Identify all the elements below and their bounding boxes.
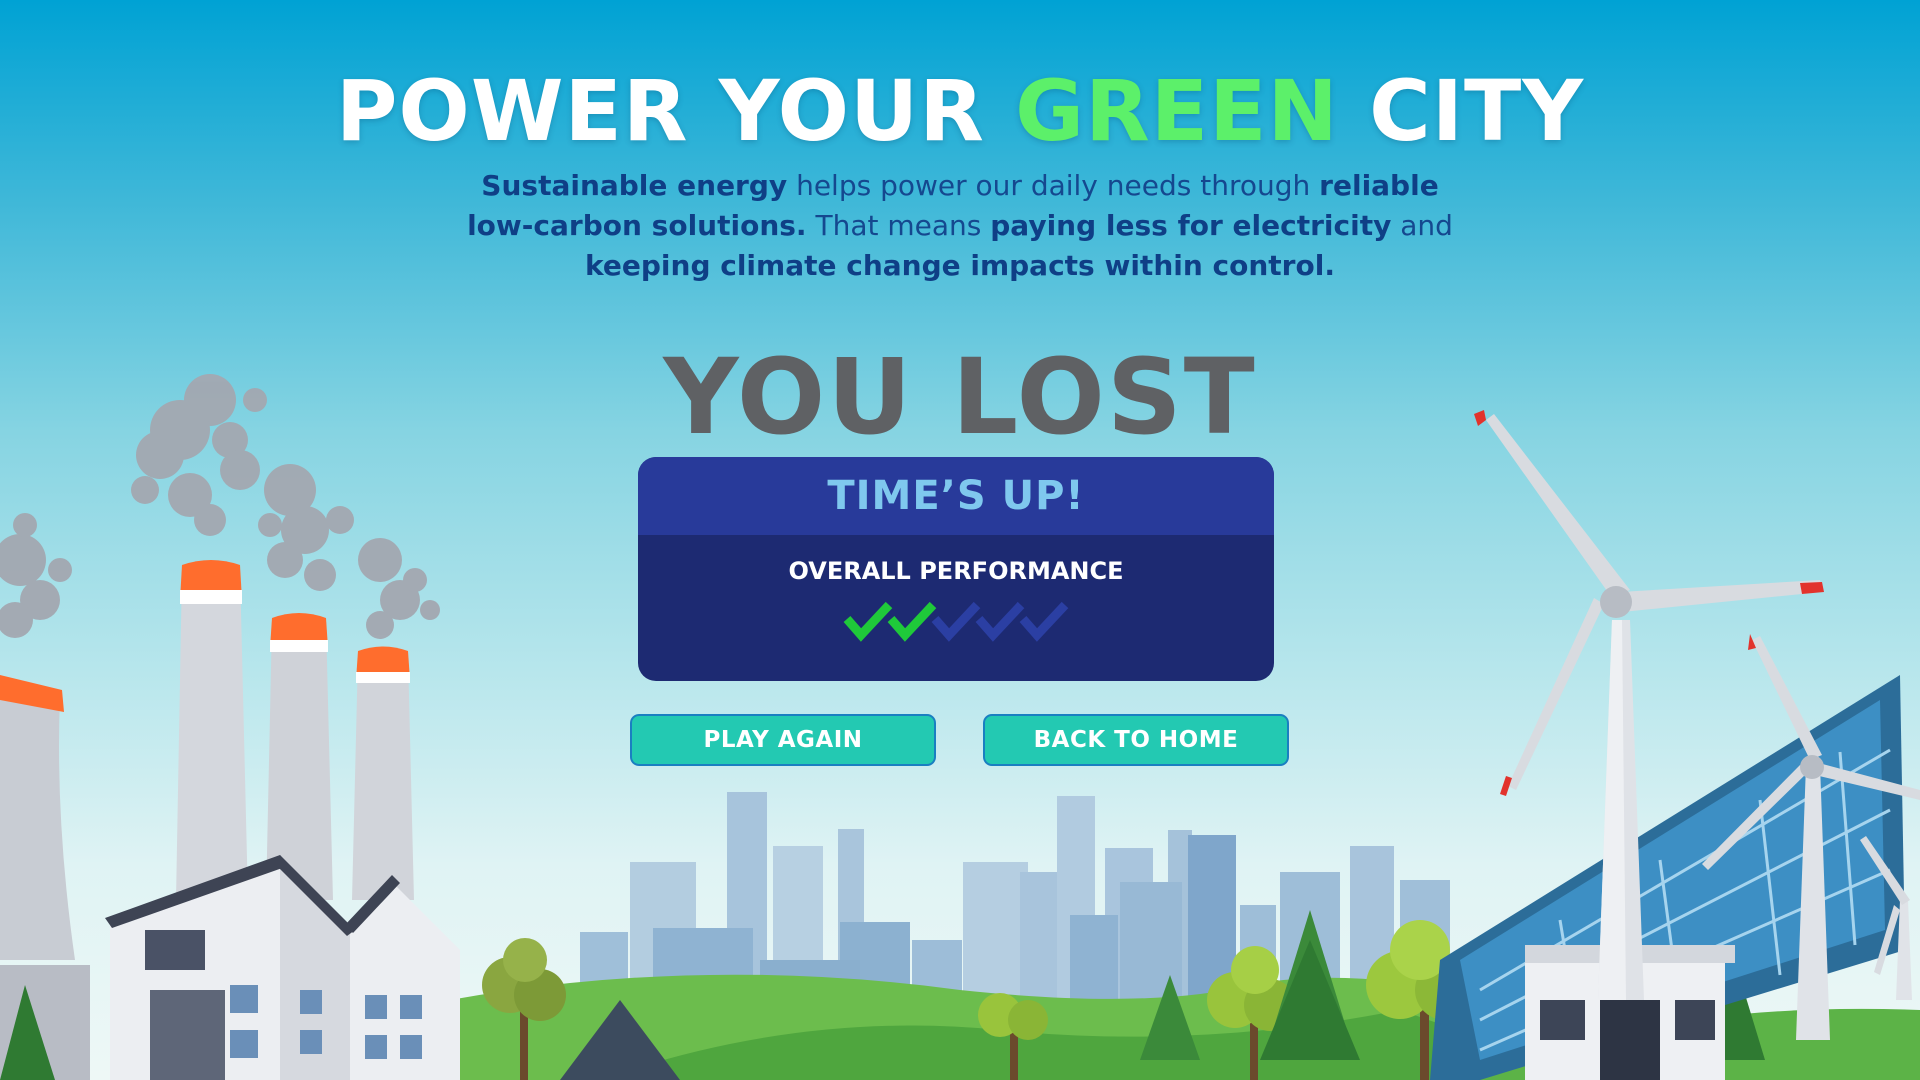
intro-text-1: helps power our daily needs through — [787, 169, 1320, 202]
performance-label: OVERALL PERFORMANCE — [788, 557, 1124, 585]
empty-check-icon — [931, 601, 981, 642]
back-to-home-button[interactable]: BACK TO HOME — [983, 714, 1289, 766]
intro-text-2: That means — [806, 209, 991, 242]
intro-text-3: and — [1391, 209, 1453, 242]
results-panel-header: TIME’S UP! — [638, 457, 1274, 535]
play-again-button[interactable]: PLAY AGAIN — [630, 714, 936, 766]
filled-check-icon — [887, 601, 937, 642]
intro-text: Sustainable energy helps power our daily… — [460, 166, 1460, 286]
results-panel: TIME’S UP! OVERALL PERFORMANCE — [638, 457, 1274, 681]
smoke-stacks — [176, 560, 414, 900]
back-to-home-label: BACK TO HOME — [1033, 727, 1239, 753]
title-part-1: POWER YOUR — [335, 62, 1016, 160]
title-part-2: CITY — [1338, 62, 1585, 160]
result-heading: YOU LOST — [663, 336, 1257, 458]
filled-check-icon — [843, 601, 893, 642]
panel-title: TIME’S UP! — [827, 473, 1085, 519]
intro-bold-1: Sustainable energy — [481, 169, 788, 202]
empty-check-icon — [975, 601, 1025, 642]
game-title: POWER YOUR GREEN CITY — [0, 62, 1920, 160]
play-again-label: PLAY AGAIN — [703, 727, 863, 753]
intro-bold-4: keeping climate change impacts within co… — [585, 249, 1335, 282]
intro-bold-3: paying less for electricity — [990, 209, 1392, 242]
empty-check-icon — [1019, 601, 1069, 642]
title-highlight-green: GREEN — [1015, 62, 1339, 160]
performance-rating — [638, 599, 1274, 645]
